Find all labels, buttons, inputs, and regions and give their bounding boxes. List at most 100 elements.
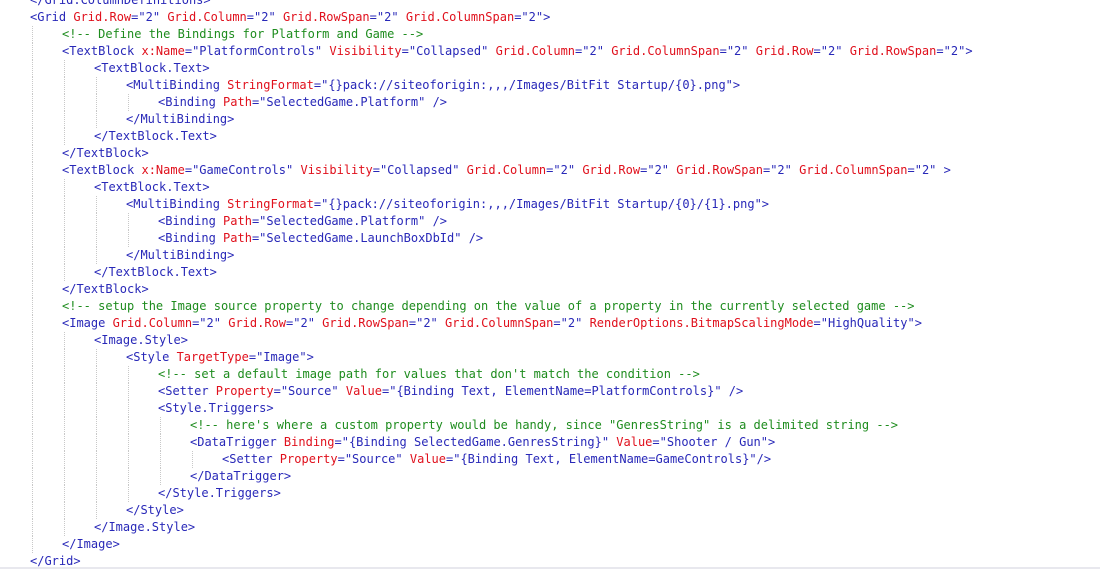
indent-guide — [32, 230, 33, 247]
indent-guide — [96, 349, 97, 366]
code-token-tag: <MultiBinding — [126, 197, 228, 211]
code-token-value: "{}pack://siteoforigin:,,,/Images/BitFit… — [321, 78, 733, 92]
code-token-value: "{Binding Text, ElementName=GameControls… — [453, 452, 757, 466]
code-line[interactable]: <TextBlock.Text> — [0, 179, 1100, 196]
code-token-value: "{}pack://siteoforigin:,,,/Images/BitFit… — [321, 197, 762, 211]
code-token-tag: > — [543, 10, 551, 24]
code-line[interactable]: <TextBlock x:Name="PlatformControls" Vis… — [0, 43, 1100, 60]
indent-guide — [96, 77, 97, 94]
code-content: <MultiBinding StringFormat="{}pack://sit… — [126, 77, 740, 94]
code-token-tag: = — [248, 350, 257, 364]
code-line[interactable]: <Setter Property="Source" Value="{Bindin… — [0, 383, 1100, 400]
code-token-tag: <Binding — [158, 95, 224, 109]
code-token-value: "Source" — [280, 384, 339, 398]
indent-guide — [64, 383, 65, 400]
code-content: </Style.Triggers> — [158, 485, 281, 502]
code-content: </TextBlock> — [62, 281, 149, 298]
code-token-tag: <MultiBinding — [126, 78, 228, 92]
indent-guide — [128, 366, 129, 383]
indent-guide — [128, 434, 129, 451]
code-line[interactable]: <MultiBinding StringFormat="{}pack://sit… — [0, 77, 1100, 94]
code-token-tag: = — [184, 44, 193, 58]
code-line[interactable]: </TextBlock> — [0, 145, 1100, 162]
code-token-tag: = — [907, 163, 915, 177]
code-token-value: "2" — [820, 44, 843, 58]
indent-guide — [64, 264, 65, 281]
code-token-attribute: Grid.RowSpan — [676, 163, 763, 177]
code-token-attribute: Grid.Column — [466, 163, 547, 177]
code-line[interactable]: </Image> — [0, 536, 1100, 553]
code-line[interactable]: </TextBlock.Text> — [0, 264, 1100, 281]
code-line[interactable]: </MultiBinding> — [0, 247, 1100, 264]
code-line[interactable]: <TextBlock x:Name="GameControls" Visibil… — [0, 162, 1100, 179]
code-token-value: "PlatformControls" — [192, 44, 323, 58]
code-line[interactable]: </TextBlock.Text> — [0, 128, 1100, 145]
code-line[interactable]: </Grid.ColumnDefinitions> — [0, 0, 1100, 9]
code-line[interactable]: <Setter Property="Source" Value="{Bindin… — [0, 451, 1100, 468]
indent-guide — [32, 247, 33, 264]
code-token-tag: <Style — [126, 350, 177, 364]
code-line[interactable]: <Binding Path="SelectedGame.Platform" /> — [0, 94, 1100, 111]
code-line[interactable]: </Image.Style> — [0, 519, 1100, 536]
indent-guide — [32, 179, 33, 196]
code-line[interactable]: <DataTrigger Binding="{Binding SelectedG… — [0, 434, 1100, 451]
code-line[interactable]: <Style TargetType="Image"> — [0, 349, 1100, 366]
indent-guide — [32, 451, 33, 468]
code-token-tag: = — [313, 197, 322, 211]
code-line[interactable]: <MultiBinding StringFormat="{}pack://sit… — [0, 196, 1100, 213]
code-line[interactable]: <Grid Grid.Row="2" Grid.Column="2" Grid.… — [0, 9, 1100, 26]
code-line[interactable]: </TextBlock> — [0, 281, 1100, 298]
code-token-tag: <Image.Style> — [94, 333, 188, 347]
indent-guide — [64, 94, 65, 111]
code-token-comment: <!-- setup the Image source property to … — [62, 299, 915, 313]
code-line[interactable]: </MultiBinding> — [0, 111, 1100, 128]
code-token-tag: <TextBlock.Text> — [94, 180, 210, 194]
code-line[interactable]: <Binding Path="SelectedGame.LaunchBoxDbI… — [0, 230, 1100, 247]
code-line[interactable]: <!-- set a default image path for values… — [0, 366, 1100, 383]
code-content: </Style> — [126, 502, 184, 519]
code-token-tag — [842, 44, 849, 58]
code-content: </TextBlock.Text> — [94, 264, 217, 281]
code-line[interactable]: <Binding Path="SelectedGame.Platform" /> — [0, 213, 1100, 230]
indent-guide — [128, 400, 129, 417]
indent-guide — [128, 94, 129, 111]
code-token-tag: </Image.Style> — [94, 520, 196, 534]
indent-guide — [64, 451, 65, 468]
code-line[interactable]: <TextBlock.Text> — [0, 60, 1100, 77]
code-line[interactable]: <!-- here's where a custom property woul… — [0, 417, 1100, 434]
code-token-tag: </Style> — [126, 503, 184, 517]
code-token-tag: = — [246, 10, 255, 24]
code-token-tag — [399, 10, 406, 24]
code-token-value: "SelectedGame.LaunchBoxDbId" — [259, 231, 462, 245]
code-line[interactable]: <Image Grid.Column="2" Grid.Row="2" Grid… — [0, 315, 1100, 332]
indent-guide — [32, 502, 33, 519]
code-token-attribute: Grid.Column — [495, 44, 576, 58]
indent-guide — [32, 111, 33, 128]
code-editor[interactable]: </Grid.ColumnDefinitions> <Grid Grid.Row=… — [0, 0, 1100, 569]
code-line[interactable]: </Style.Triggers> — [0, 485, 1100, 502]
indent-guide — [32, 264, 33, 281]
code-token-tag: /> — [425, 95, 448, 109]
code-line[interactable]: <!-- Define the Bindings for Platform an… — [0, 26, 1100, 43]
code-line[interactable]: <Image.Style> — [0, 332, 1100, 349]
code-line[interactable]: </DataTrigger> — [0, 468, 1100, 485]
code-token-attribute: x:Name — [141, 44, 185, 58]
code-token-attribute: Grid.Row — [73, 10, 132, 24]
code-token-value: "Collapsed" — [408, 44, 489, 58]
code-content: </TextBlock.Text> — [94, 128, 217, 145]
code-content: </DataTrigger> — [190, 468, 291, 485]
indent-guide — [32, 213, 33, 230]
code-line[interactable]: <!-- setup the Image source property to … — [0, 298, 1100, 315]
code-line[interactable]: </Style> — [0, 502, 1100, 519]
code-content: <TextBlock x:Name="GameControls" Visibil… — [62, 162, 951, 179]
indent-guide — [32, 94, 33, 111]
indent-guide — [32, 485, 33, 502]
indent-guide — [32, 196, 33, 213]
code-line[interactable]: <Style.Triggers> — [0, 400, 1100, 417]
indent-guide — [32, 298, 33, 315]
code-token-value: "2" — [199, 316, 221, 330]
indent-guide — [64, 502, 65, 519]
code-token-value: "Collapsed" — [379, 163, 460, 177]
code-token-tag: = — [372, 163, 380, 177]
indent-guide — [32, 281, 33, 298]
